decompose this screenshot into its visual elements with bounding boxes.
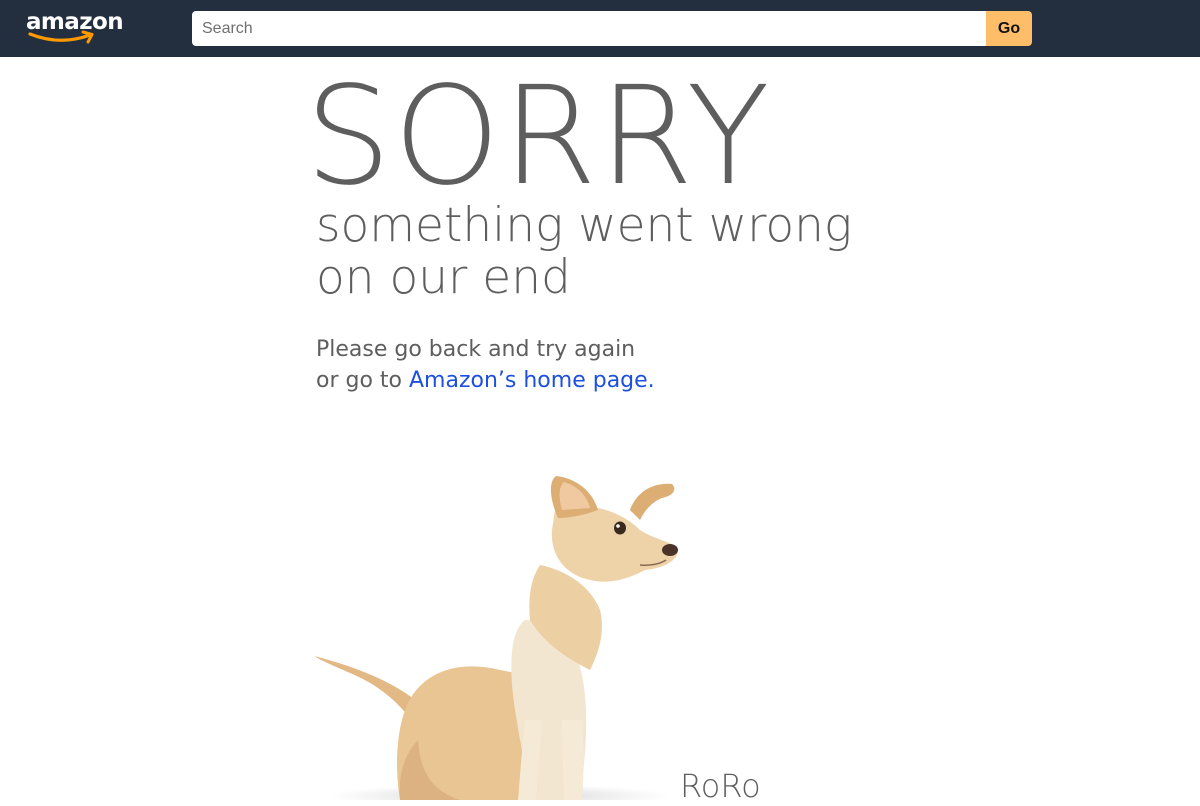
error-subhead: something went wrong on our end xyxy=(316,200,936,304)
top-navigation-bar: amazon Go xyxy=(0,0,1200,57)
dog-photo xyxy=(314,476,678,800)
search-bar: Go xyxy=(192,11,1032,46)
home-page-link[interactable]: Amazon’s home page. xyxy=(409,368,655,393)
message-line-2: or go to Amazon’s home page. xyxy=(316,365,816,396)
go-button[interactable]: Go xyxy=(986,11,1032,46)
dog-name-caption: RoRo xyxy=(680,767,761,805)
message-line-1: Please go back and try again xyxy=(316,337,636,362)
message-line-2-prefix: or go to xyxy=(316,368,409,393)
amazon-logo[interactable]: amazon xyxy=(26,8,130,48)
smile-arrow-icon xyxy=(28,30,94,44)
error-headline: SORRY xyxy=(305,58,772,216)
subhead-line-2: on our end xyxy=(316,250,571,305)
search-input[interactable] xyxy=(192,11,986,46)
subhead-line-1: something went wrong xyxy=(316,198,853,253)
error-message: Please go back and try again or go to Am… xyxy=(316,334,816,396)
